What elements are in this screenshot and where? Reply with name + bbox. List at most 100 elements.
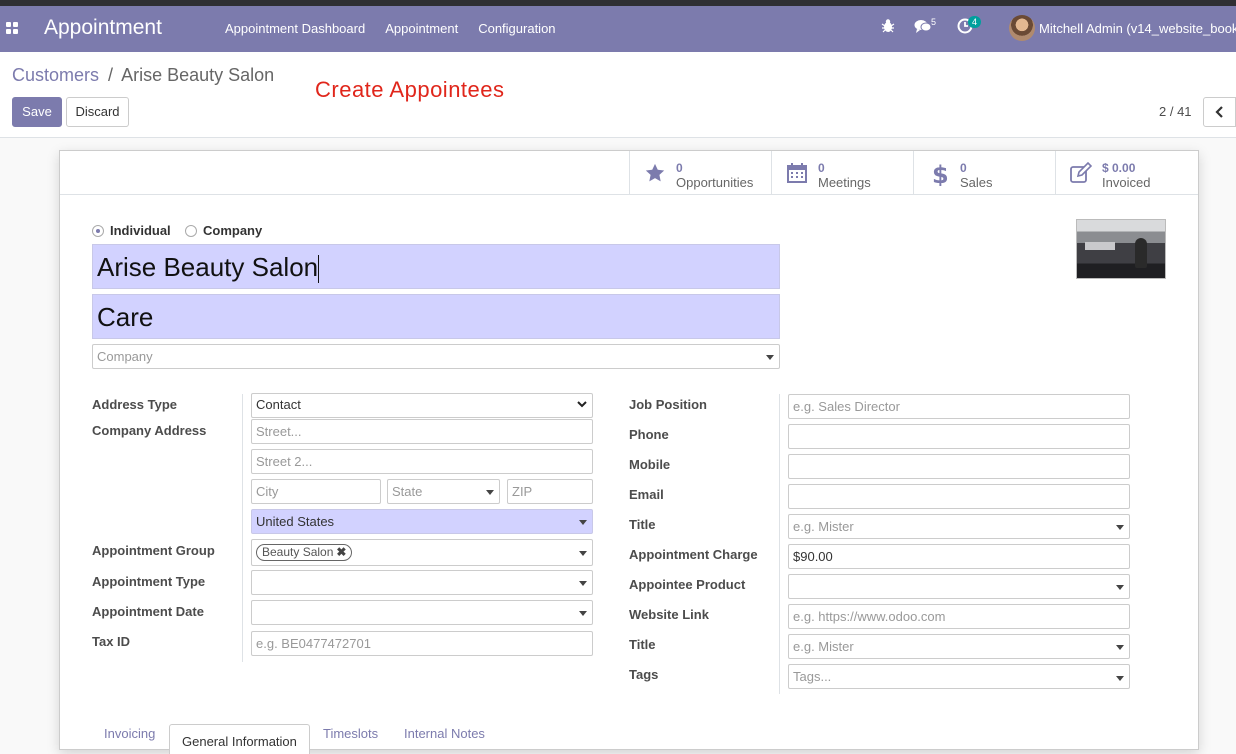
caret-down-icon [1116, 525, 1124, 530]
messages-icon[interactable] [914, 18, 932, 37]
subtitle-value: Care [97, 302, 154, 332]
address-type-select[interactable]: Contact [251, 393, 593, 418]
right-group-divider [779, 394, 780, 694]
menu-configuration[interactable]: Configuration [468, 21, 565, 36]
zip-input[interactable]: ZIP [507, 479, 593, 504]
city-input[interactable]: City [251, 479, 381, 504]
radio-company[interactable]: Company [185, 223, 262, 238]
caret-down-icon [579, 611, 587, 616]
debug-bug-icon[interactable] [880, 18, 896, 37]
dollar-icon: $ [928, 161, 950, 189]
appointee-product-select[interactable] [788, 574, 1130, 599]
tab-internal-notes[interactable]: Internal Notes [404, 726, 485, 741]
appointment-charge-input[interactable]: $90.00 [788, 544, 1130, 569]
appointment-date-label: Appointment Date [92, 604, 204, 619]
website-link-label: Website Link [629, 607, 709, 622]
email-input[interactable] [788, 484, 1130, 509]
caret-down-icon [579, 520, 587, 525]
street-input[interactable]: Street... [251, 419, 593, 444]
menu-appointment-dashboard[interactable]: Appointment Dashboard [215, 21, 375, 36]
company-placeholder: Company [97, 349, 153, 364]
appointment-group-field[interactable]: Beauty Salon ✖ [251, 539, 593, 566]
radio-individual[interactable]: Individual [92, 223, 171, 238]
radio-individual-dot[interactable] [92, 224, 104, 237]
radio-company-label: Company [203, 223, 263, 238]
messages-badge: 5 [931, 17, 937, 27]
meetings-button[interactable]: 0 Meetings [771, 151, 913, 195]
sales-button[interactable]: $ 0 Sales [913, 151, 1055, 195]
breadcrumb-separator: / [108, 65, 114, 85]
appointment-type-select[interactable] [251, 570, 593, 595]
name-value: Arise Beauty Salon [97, 252, 319, 282]
appointee-product-label: Appointee Product [629, 577, 746, 592]
phone-input[interactable] [788, 424, 1130, 449]
menu-appointment[interactable]: Appointment [375, 21, 468, 36]
title2-select[interactable]: e.g. Mister [788, 634, 1130, 659]
tags-input[interactable]: Tags... [788, 664, 1130, 689]
partner-photo[interactable] [1076, 219, 1166, 279]
email-label: Email [629, 487, 664, 502]
company-address-label: Company Address [92, 423, 207, 438]
country-value: United States [256, 514, 335, 529]
tax-id-label: Tax ID [92, 634, 131, 649]
annotation-text: Create Appointees [315, 77, 505, 102]
country-select[interactable]: United States [251, 509, 593, 534]
opportunities-button[interactable]: 0 Opportunities [629, 151, 771, 195]
company-select[interactable]: Company [92, 344, 780, 369]
website-link-input[interactable]: e.g. https://www.odoo.com [788, 604, 1130, 629]
appointment-date-select[interactable] [251, 600, 593, 625]
mobile-input[interactable] [788, 454, 1130, 479]
tags-placeholder: Tags... [793, 669, 832, 684]
save-button[interactable]: Save [12, 97, 62, 127]
opportunities-label: Opportunities [676, 175, 754, 190]
invoiced-button[interactable]: $ 0.00 Invoiced [1055, 151, 1197, 195]
remove-tag-icon[interactable]: ✖ [336, 545, 346, 559]
top-navbar: Appointment Appointment Dashboard Appoin… [0, 6, 1236, 52]
control-panel: Customers / Arise Beauty Salon Create Ap… [0, 52, 1236, 138]
meetings-count: 0 [818, 161, 825, 175]
app-title: Appointment [44, 16, 162, 39]
tag-label: Beauty Salon [262, 545, 334, 559]
caret-down-icon [1116, 585, 1124, 590]
main-menu: Appointment Dashboard Appointment Config… [215, 21, 566, 36]
tab-invoicing[interactable]: Invoicing [104, 726, 155, 741]
phone-label: Phone [629, 427, 669, 442]
pager-value[interactable]: 2 / 41 [1159, 104, 1192, 119]
tax-id-input[interactable]: e.g. BE0477472701 [251, 631, 593, 656]
street2-input[interactable]: Street 2... [251, 449, 593, 474]
sales-label: Sales [960, 175, 993, 190]
breadcrumb: Customers / Arise Beauty Salon [12, 65, 274, 86]
form-sheet: 0 Opportunities 0 Meetings $ 0 Sales $ 0… [59, 150, 1199, 754]
caret-down-icon [1116, 645, 1124, 650]
tab-timeslots[interactable]: Timeslots [323, 726, 378, 741]
tab-general-information[interactable]: General Information [169, 724, 310, 754]
pager-previous-button[interactable] [1203, 97, 1236, 127]
breadcrumb-customers-link[interactable]: Customers [12, 65, 99, 85]
user-menu[interactable]: Mitchell Admin (v14_website_book [1039, 21, 1236, 36]
chevron-left-icon [1214, 105, 1225, 122]
text-cursor [318, 255, 320, 284]
appointment-charge-label: Appointment Charge [629, 547, 758, 562]
appointment-type-label: Appointment Type [92, 574, 206, 589]
job-position-input[interactable]: e.g. Sales Director [788, 394, 1130, 419]
user-avatar[interactable] [1009, 15, 1035, 41]
appointment-group-tag: Beauty Salon ✖ [256, 544, 353, 561]
invoiced-label: Invoiced [1102, 175, 1151, 190]
apps-menu-icon[interactable] [6, 22, 20, 36]
discard-button[interactable]: Discard [66, 97, 129, 127]
state-select[interactable]: State [387, 479, 500, 504]
radio-company-dot[interactable] [185, 224, 197, 237]
name-input[interactable]: Arise Beauty Salon [92, 244, 780, 289]
state-placeholder: State [392, 484, 423, 499]
opportunities-count: 0 [676, 161, 683, 175]
title2-placeholder: e.g. Mister [793, 639, 854, 654]
subtitle-input[interactable]: Care [92, 294, 780, 339]
mobile-label: Mobile [629, 457, 671, 472]
title-select[interactable]: e.g. Mister [788, 514, 1130, 539]
meetings-label: Meetings [818, 175, 871, 190]
caret-down-icon [579, 551, 587, 556]
sales-count: 0 [960, 161, 967, 175]
caret-down-icon [579, 581, 587, 586]
star-icon [644, 162, 666, 184]
invoiced-amount: $ 0.00 [1102, 161, 1136, 175]
